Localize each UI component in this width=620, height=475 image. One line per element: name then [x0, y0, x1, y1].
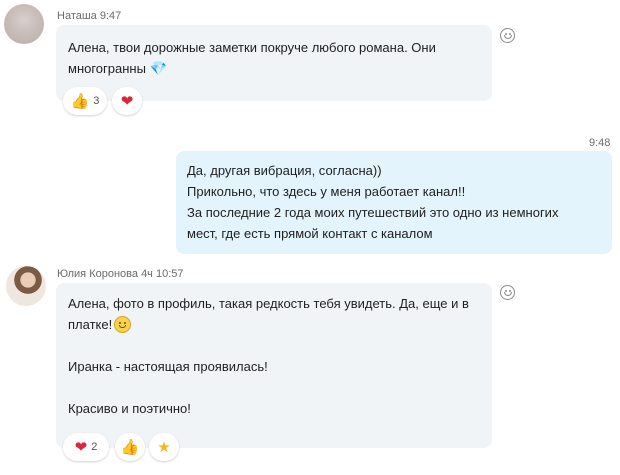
add-reaction-icon[interactable] — [500, 285, 515, 300]
thumbs-up-icon: 👍 — [70, 92, 90, 110]
reaction-thumbs-up[interactable]: 👍 — [115, 433, 145, 461]
avatar[interactable] — [6, 266, 46, 306]
message-line: платке! — [68, 317, 113, 332]
message-bubble[interactable]: Алена, фото в профиль, такая редкость те… — [56, 283, 492, 448]
message-line: Красиво и поэтично! — [68, 401, 191, 416]
message-bubble[interactable]: Да, другая вибрация, согласна)) Прикольн… — [176, 151, 612, 254]
message-line-with-icon: многогранны 💎 — [68, 58, 480, 79]
message-header: Юлия Коронова 4ч 10:57 — [57, 268, 184, 280]
gem-icon: 💎 — [149, 60, 167, 76]
reaction-heart[interactable]: ❤ 2 — [63, 433, 109, 461]
smiley-icon — [114, 316, 132, 333]
heart-icon: ❤ — [74, 438, 88, 456]
thumbs-up-icon: 👍 — [120, 438, 140, 456]
message-line: Прикольно, что здесь у меня работает кан… — [187, 184, 466, 199]
message-line: Иранка - настоящая проявилась! — [68, 359, 268, 374]
heart-icon: ❤ — [120, 92, 134, 110]
message-time: 9:48 — [589, 137, 611, 149]
message-line: многогранны — [68, 61, 146, 76]
add-reaction-icon[interactable] — [500, 28, 515, 43]
reaction-thumbs-up[interactable]: 👍 3 — [63, 87, 107, 115]
reaction-heart[interactable]: ❤ — [112, 87, 142, 115]
message-line: Алена, фото в профиль, такая редкость те… — [68, 296, 469, 311]
message-line: Да, другая вибрация, согласна)) — [187, 163, 382, 178]
sender-name: Наташа — [57, 10, 97, 22]
message-time: 9:47 — [99, 10, 122, 22]
avatar[interactable] — [4, 4, 44, 44]
message-time: 4ч 10:57 — [141, 268, 184, 280]
message-line: мест, где есть прямой контакт с каналом — [187, 226, 433, 241]
sender-name: Юлия Коронова — [57, 268, 138, 280]
message-line-with-icon: платке! — [68, 314, 480, 335]
reaction-count: 3 — [93, 95, 100, 107]
reaction-count: 2 — [91, 441, 98, 453]
reaction-star[interactable]: ★ — [149, 433, 179, 461]
star-icon: ★ — [157, 438, 171, 456]
message-line: Алена, твои дорожные заметки покруче люб… — [68, 40, 436, 55]
message-header: Наташа 9:47 — [57, 10, 121, 22]
message-line: За последние 2 года моих путешествий это… — [187, 205, 559, 220]
